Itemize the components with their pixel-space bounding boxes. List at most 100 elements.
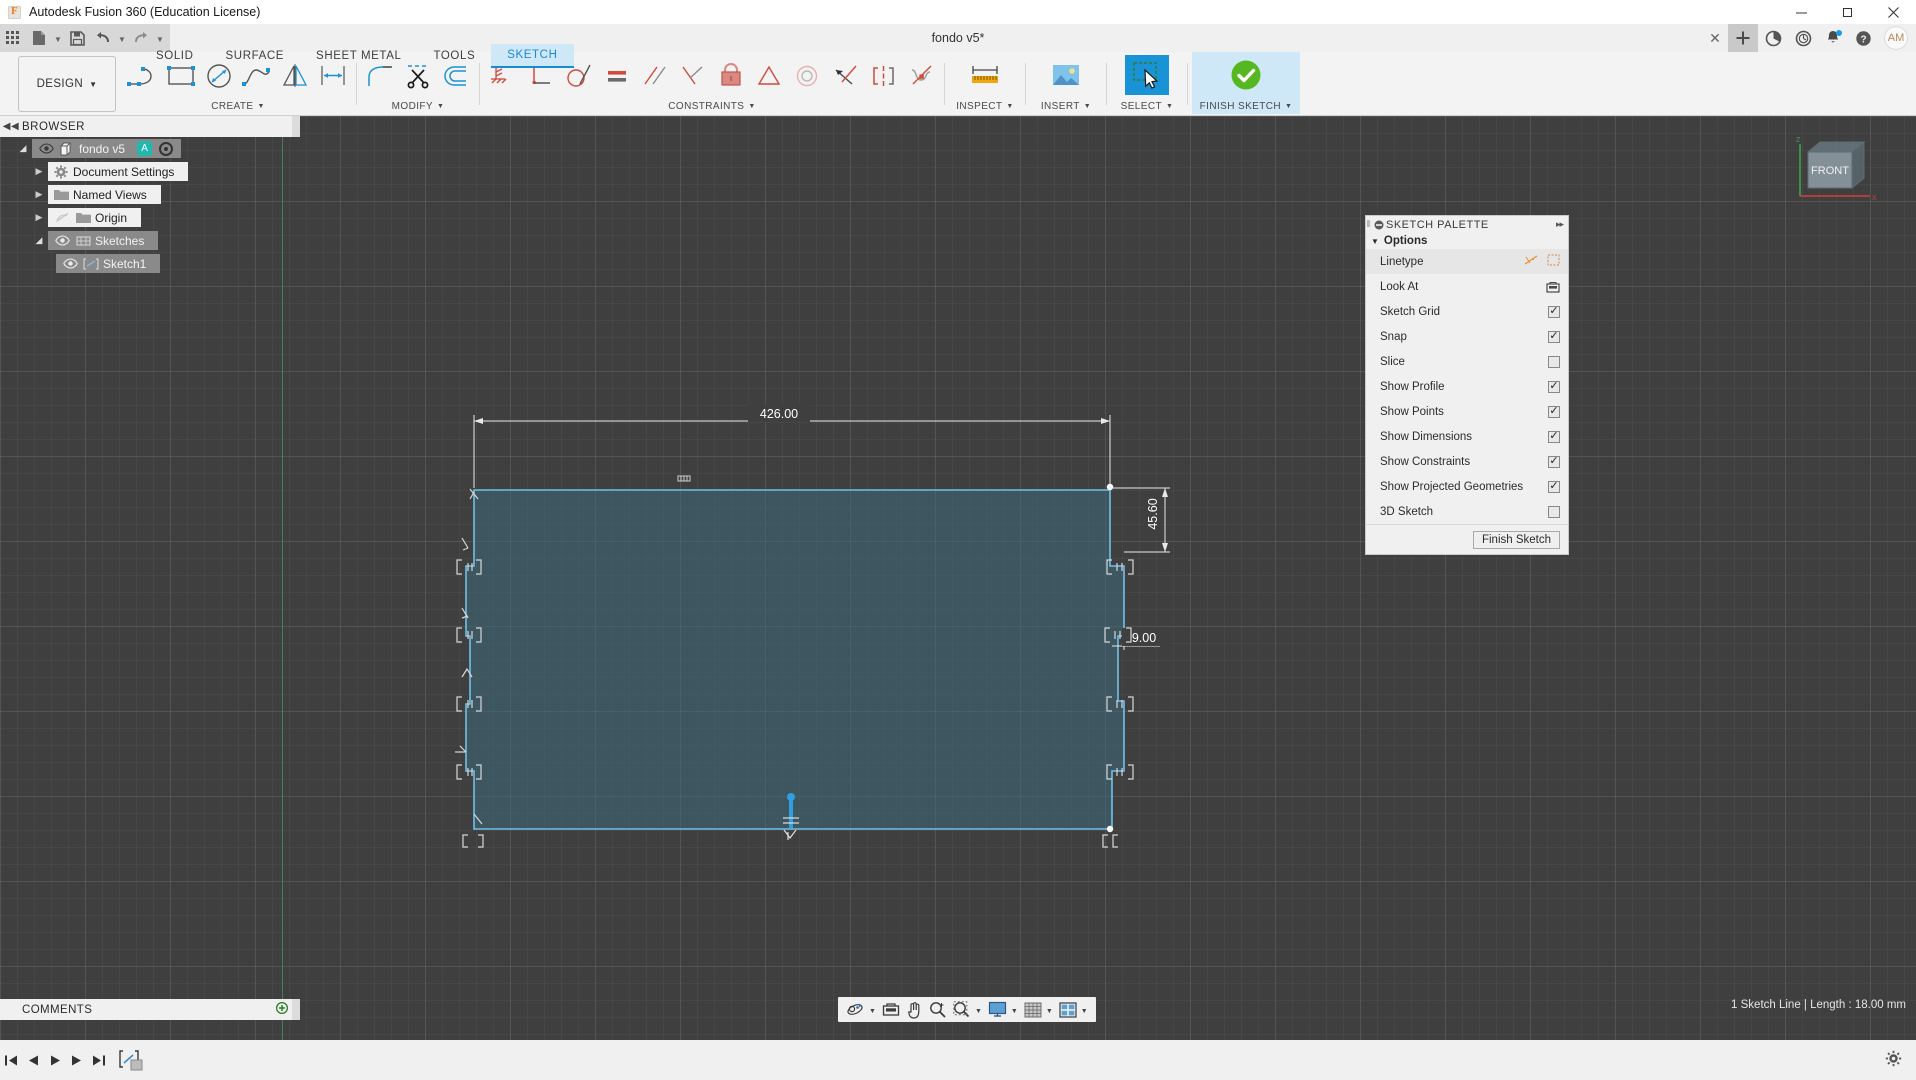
dimension-notch-width[interactable]: 9.00 xyxy=(1132,631,1156,645)
play-icon[interactable] xyxy=(44,1040,66,1080)
finish-sketch-label[interactable]: FINISH SKETCH ▼ xyxy=(1192,98,1300,114)
palette-row-show-constraints[interactable]: Show Constraints ✓ xyxy=(1366,449,1568,474)
palette-row-show-projected-geometries[interactable]: Show Projected Geometries ✓ xyxy=(1366,474,1568,499)
grid-dropdown-caret-icon[interactable]: ▼ xyxy=(1045,1008,1056,1015)
document-tab[interactable]: fondo v5* xyxy=(932,24,985,52)
save-icon[interactable] xyxy=(64,24,90,52)
options-section-header[interactable]: ▼ Options xyxy=(1366,233,1568,249)
select-cursor-icon[interactable] xyxy=(1125,55,1169,95)
palette-row-3d-sketch[interactable]: 3D Sketch xyxy=(1366,499,1568,524)
job-status-icon[interactable] xyxy=(1788,24,1818,52)
expand-arrow-icon[interactable]: ▶ xyxy=(30,212,48,223)
go-to-end-icon[interactable] xyxy=(88,1040,110,1080)
curvature-icon[interactable] xyxy=(902,56,940,96)
undo-caret-icon[interactable]: ▼ xyxy=(116,24,128,52)
show-projected-geometries-checkbox[interactable]: ✓ xyxy=(1548,480,1560,493)
browser-node-fondo-v5[interactable]: ◢ fondo v5 A xyxy=(0,137,300,160)
palette-row-show-points[interactable]: Show Points ✓ xyxy=(1366,399,1568,424)
show-constraints-checkbox[interactable]: ✓ xyxy=(1548,455,1560,468)
grid-settings-icon[interactable] xyxy=(1021,997,1045,1022)
tab-surface[interactable]: SURFACE xyxy=(210,45,301,67)
orbit-dropdown-caret-icon[interactable]: ▼ xyxy=(868,1008,879,1015)
sketch1-timeline-icon[interactable] xyxy=(116,1045,146,1075)
create-group-label[interactable]: CREATE ▼ xyxy=(124,98,352,114)
tab-sketch[interactable]: SKETCH xyxy=(491,43,574,68)
3d-sketch-checkbox[interactable] xyxy=(1548,505,1560,518)
lock-fix-icon[interactable] xyxy=(712,56,750,96)
node-chip[interactable]: Named Views xyxy=(48,185,161,204)
help-icon[interactable]: ? xyxy=(1848,24,1878,52)
data-panel-icon[interactable] xyxy=(1758,24,1788,52)
constraints-group-label[interactable]: CONSTRAINTS ▼ xyxy=(484,98,940,114)
step-forward-icon[interactable] xyxy=(66,1040,88,1080)
show-dimensions-checkbox[interactable]: ✓ xyxy=(1548,430,1560,443)
node-chip[interactable]: fondo v5 A xyxy=(32,139,182,158)
perpendicular-icon[interactable] xyxy=(674,56,712,96)
settings-gear-icon[interactable] xyxy=(1885,1050,1902,1070)
viewports-icon[interactable] xyxy=(1056,997,1080,1022)
notifications-icon[interactable] xyxy=(1818,24,1848,52)
sketch-point[interactable] xyxy=(1106,825,1114,833)
palette-row-show-profile[interactable]: Show Profile ✓ xyxy=(1366,374,1568,399)
undo-icon[interactable] xyxy=(90,24,116,52)
expand-arrow-icon[interactable]: ◢ xyxy=(30,235,48,246)
step-back-icon[interactable] xyxy=(22,1040,44,1080)
new-tab-button[interactable] xyxy=(1728,24,1758,52)
collapse-dot-icon[interactable] xyxy=(1372,220,1386,230)
concentric-icon[interactable] xyxy=(788,56,826,96)
activate-component-radio[interactable] xyxy=(159,141,174,156)
expand-arrow-icon[interactable]: ▶ xyxy=(30,189,48,200)
node-chip[interactable]: Sketches xyxy=(48,231,159,250)
browser-resize-grip[interactable] xyxy=(292,116,300,137)
snap-checkbox[interactable]: ✓ xyxy=(1548,330,1560,343)
look-at-icon[interactable] xyxy=(1546,281,1560,293)
visibility-eye-icon[interactable] xyxy=(35,143,57,154)
workspace-switcher[interactable]: DESIGN ▼ xyxy=(18,56,116,112)
go-to-start-icon[interactable] xyxy=(0,1040,22,1080)
palette-row-slice[interactable]: Slice xyxy=(1366,349,1568,374)
zoom-icon[interactable] xyxy=(926,997,950,1022)
centerline-linetype-icon[interactable] xyxy=(1547,254,1560,269)
add-comment-icon[interactable] xyxy=(272,1001,292,1017)
avatar[interactable]: AM xyxy=(1884,26,1908,50)
view-cube[interactable]: FRONT Z X xyxy=(1790,132,1880,212)
browser-node-document-settings[interactable]: ▶ Document Settings xyxy=(0,160,300,183)
display-settings-icon[interactable] xyxy=(985,997,1010,1022)
visibility-eye-icon[interactable] xyxy=(51,235,73,246)
tab-sheet-metal[interactable]: SHEET METAL xyxy=(300,45,417,67)
viewport-canvas[interactable]: 426.00 45.60 9.00 ◀◀ BROWSER ◢ fondo v5 … xyxy=(0,116,1916,1080)
slice-checkbox[interactable] xyxy=(1548,355,1560,368)
sketch-grid-checkbox[interactable]: ✓ xyxy=(1548,305,1560,318)
expand-arrow-icon[interactable]: ▶ xyxy=(30,166,48,177)
close-button[interactable] xyxy=(1870,0,1916,24)
show-data-panel-icon[interactable] xyxy=(0,24,26,52)
browser-node-origin[interactable]: ▶ Origin xyxy=(0,206,300,229)
pan-icon[interactable] xyxy=(903,997,926,1022)
green-check-icon[interactable] xyxy=(1230,59,1262,94)
document-tab-close-icon[interactable]: ✕ xyxy=(1702,24,1728,52)
expand-arrow-icon[interactable]: ◢ xyxy=(14,143,32,154)
insert-image-icon[interactable] xyxy=(1044,55,1088,95)
look-at-icon[interactable] xyxy=(879,997,903,1022)
visibility-eye-icon[interactable] xyxy=(59,258,81,269)
palette-row-snap[interactable]: Snap ✓ xyxy=(1366,324,1568,349)
palette-row-sketch-grid[interactable]: Sketch Grid ✓ xyxy=(1366,299,1568,324)
browser-node-sketch1[interactable]: Sketch1 xyxy=(0,252,300,275)
modify-group-label[interactable]: MODIFY ▼ xyxy=(361,98,475,114)
construction-linetype-icon[interactable] xyxy=(1524,254,1538,269)
palette-row-show-dimensions[interactable]: Show Dimensions ✓ xyxy=(1366,424,1568,449)
dimension-overall-width[interactable]: 426.00 xyxy=(760,407,798,421)
palette-row-linetype[interactable]: Linetype xyxy=(1366,249,1568,274)
expand-right-icon[interactable]: ▸▸ xyxy=(1556,219,1568,230)
finish-sketch-button[interactable]: Finish Sketch xyxy=(1472,530,1560,549)
zoom-dropdown-caret-icon[interactable]: ▼ xyxy=(974,1008,985,1015)
maximize-button[interactable] xyxy=(1824,0,1870,24)
equal-icon[interactable] xyxy=(598,56,636,96)
tab-tools[interactable]: TOOLS xyxy=(417,45,491,67)
viewports-dropdown-caret-icon[interactable]: ▼ xyxy=(1080,1008,1091,1015)
minimize-button[interactable] xyxy=(1778,0,1824,24)
browser-node-sketches[interactable]: ◢ Sketches xyxy=(0,229,300,252)
palette-row-look-at[interactable]: Look At xyxy=(1366,274,1568,299)
appearance-badge[interactable]: A xyxy=(137,141,153,156)
visibility-eye-off-icon[interactable] xyxy=(51,212,73,223)
